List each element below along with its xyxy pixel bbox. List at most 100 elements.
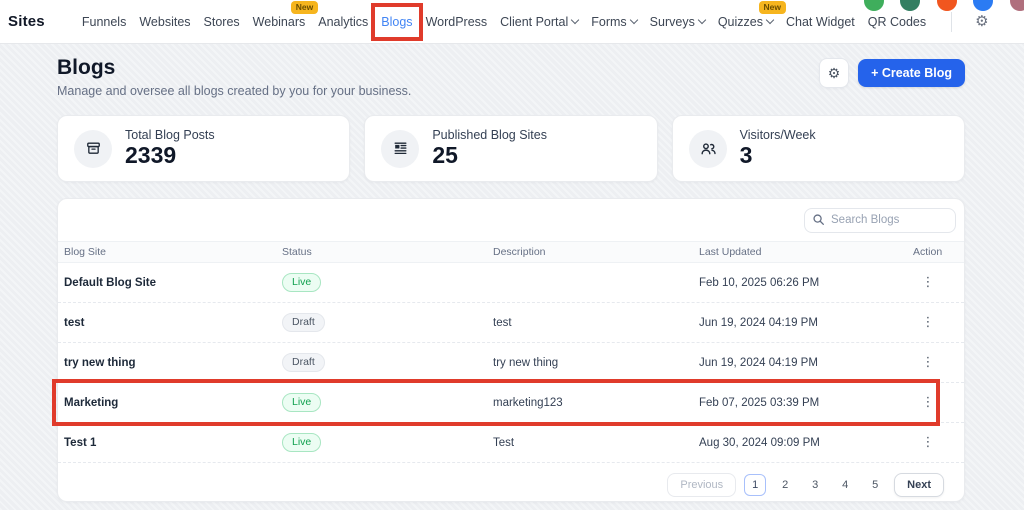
blog-name: try new thing xyxy=(64,357,282,369)
next-page-button[interactable]: Next xyxy=(894,473,944,497)
page-number-1[interactable]: 1 xyxy=(744,474,766,496)
stat-label: Published Blog Sites xyxy=(432,128,547,142)
status-badge: Live xyxy=(282,393,321,413)
column-header-blog-site: Blog Site xyxy=(64,246,282,258)
article-feed-icon xyxy=(381,130,419,168)
stat-label: Total Blog Posts xyxy=(125,128,215,142)
people-icon xyxy=(689,130,727,168)
kebab-menu-icon[interactable]: ⋮ xyxy=(917,352,939,374)
top-navigation: Sites Funnels Websites Stores Webinars N… xyxy=(0,0,1024,44)
nav-item-chat-widget[interactable]: Chat Widget xyxy=(785,13,856,31)
column-header-last-updated: Last Updated xyxy=(699,246,913,258)
nav-item-surveys[interactable]: Surveys xyxy=(649,13,706,31)
blog-description: Test xyxy=(493,437,699,449)
blog-name: Default Blog Site xyxy=(64,277,282,289)
column-header-description: Description xyxy=(493,246,699,258)
chevron-down-icon xyxy=(766,16,774,24)
stat-value: 3 xyxy=(740,142,816,168)
nav-item-wordpress[interactable]: WordPress xyxy=(425,13,489,31)
stat-value: 2339 xyxy=(125,142,215,168)
nav-item-client-portal[interactable]: Client Portal xyxy=(499,13,579,31)
nav-item-blogs-active[interactable]: Blogs xyxy=(380,13,413,31)
stat-value: 25 xyxy=(432,142,547,168)
status-badge: Draft xyxy=(282,313,325,333)
nav-item-qr-codes[interactable]: QR Codes xyxy=(867,13,927,31)
search-row xyxy=(58,199,964,241)
gear-icon[interactable]: ⚙ xyxy=(975,14,988,29)
table-row-marketing-highlighted[interactable]: Marketing Live marketing123 Feb 07, 2025… xyxy=(58,383,964,423)
search-blogs-input[interactable] xyxy=(804,208,956,233)
stat-card-published-sites: Published Blog Sites 25 xyxy=(364,115,657,182)
blog-description: try new thing xyxy=(493,357,699,369)
search-box xyxy=(804,208,956,233)
avatar[interactable] xyxy=(973,0,993,11)
status-badge: Draft xyxy=(282,353,325,373)
brand-sites: Sites xyxy=(8,13,45,30)
avatar[interactable] xyxy=(900,0,920,11)
table-row[interactable]: Default Blog Site Live Feb 10, 2025 06:2… xyxy=(58,263,964,303)
kebab-menu-icon[interactable]: ⋮ xyxy=(917,312,939,334)
search-icon xyxy=(812,213,825,226)
nav-item-funnels[interactable]: Funnels xyxy=(81,13,127,31)
last-updated: Jun 19, 2024 04:19 PM xyxy=(699,317,913,329)
stat-cards: Total Blog Posts 2339 Published Blog Sit… xyxy=(57,115,965,182)
active-tab-underline xyxy=(380,38,413,40)
stat-card-total-posts: Total Blog Posts 2339 xyxy=(57,115,350,182)
pagination: Previous 1 2 3 4 5 Next xyxy=(58,473,944,497)
avatar[interactable] xyxy=(1010,0,1024,11)
last-updated: Jun 19, 2024 04:19 PM xyxy=(699,357,913,369)
page-number-3[interactable]: 3 xyxy=(804,474,826,496)
blog-settings-button[interactable]: ⚙ xyxy=(819,58,849,88)
stat-label: Visitors/Week xyxy=(740,128,816,142)
status-badge: Live xyxy=(282,433,321,453)
page-number-4[interactable]: 4 xyxy=(834,474,856,496)
last-updated: Aug 30, 2024 09:09 PM xyxy=(699,437,913,449)
table-row[interactable]: Test 1 Live Test Aug 30, 2024 09:09 PM ⋮ xyxy=(58,423,964,463)
page-title: Blogs xyxy=(57,56,411,80)
previous-page-button[interactable]: Previous xyxy=(667,473,736,497)
blog-name: Test 1 xyxy=(64,437,282,449)
archive-box-icon xyxy=(74,130,112,168)
gear-icon: ⚙ xyxy=(828,65,841,82)
table-row[interactable]: test Draft test Jun 19, 2024 04:19 PM ⋮ xyxy=(58,303,964,343)
blog-name: test xyxy=(64,317,282,329)
page-number-2[interactable]: 2 xyxy=(774,474,796,496)
blog-name: Marketing xyxy=(64,397,282,409)
page-content: Blogs Manage and oversee all blogs creat… xyxy=(57,44,965,502)
nav-item-websites[interactable]: Websites xyxy=(138,13,191,31)
nav-item-analytics[interactable]: Analytics xyxy=(317,13,369,31)
kebab-menu-icon[interactable]: ⋮ xyxy=(917,432,939,454)
blogs-table-card: Blog Site Status Description Last Update… xyxy=(57,198,965,502)
create-blog-button[interactable]: + Create Blog xyxy=(858,59,965,87)
chevron-down-icon xyxy=(629,16,637,24)
kebab-menu-icon[interactable]: ⋮ xyxy=(917,272,939,294)
new-badge: New xyxy=(759,1,786,14)
column-header-action: Action xyxy=(913,246,964,258)
status-badge: Live xyxy=(282,273,321,293)
last-updated: Feb 10, 2025 06:26 PM xyxy=(699,277,913,289)
nav-items: Funnels Websites Stores Webinars New Ana… xyxy=(81,12,989,32)
blog-description: marketing123 xyxy=(493,397,699,409)
stat-card-visitors-week: Visitors/Week 3 xyxy=(672,115,965,182)
new-badge: New xyxy=(291,1,318,14)
nav-item-webinars[interactable]: Webinars New xyxy=(252,13,307,31)
nav-item-forms[interactable]: Forms xyxy=(590,13,637,31)
avatar[interactable] xyxy=(864,0,884,11)
avatar-row xyxy=(864,0,1024,13)
kebab-menu-icon[interactable]: ⋮ xyxy=(917,392,939,414)
chevron-down-icon xyxy=(571,16,579,24)
nav-divider xyxy=(951,12,952,32)
avatar[interactable] xyxy=(937,0,957,11)
page-header: Blogs Manage and oversee all blogs creat… xyxy=(57,56,965,98)
chevron-down-icon xyxy=(698,16,706,24)
last-updated: Feb 07, 2025 03:39 PM xyxy=(699,397,913,409)
nav-item-stores[interactable]: Stores xyxy=(203,13,241,31)
column-header-status: Status xyxy=(282,246,493,258)
page-number-5[interactable]: 5 xyxy=(864,474,886,496)
header-actions: ⚙ + Create Blog xyxy=(819,58,965,88)
table-header-row: Blog Site Status Description Last Update… xyxy=(58,241,964,263)
page-subtitle: Manage and oversee all blogs created by … xyxy=(57,84,411,98)
nav-item-quizzes[interactable]: Quizzes New xyxy=(717,13,774,31)
table-row[interactable]: try new thing Draft try new thing Jun 19… xyxy=(58,343,964,383)
blog-description: test xyxy=(493,317,699,329)
